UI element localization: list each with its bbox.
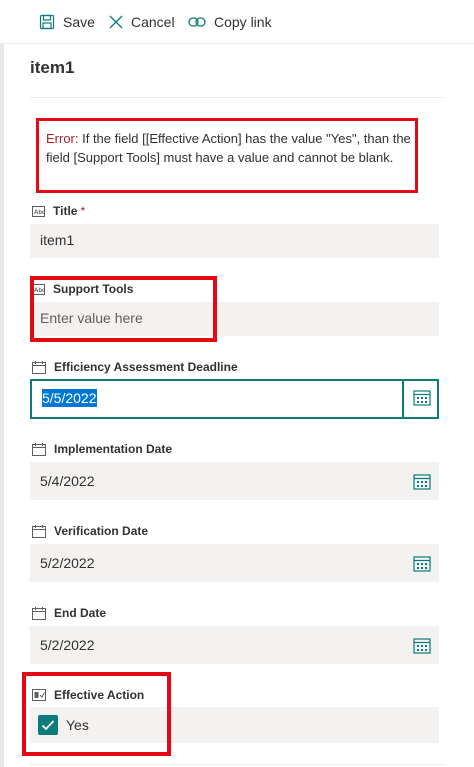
efficiency-deadline-value: 5/5/2022 <box>42 389 97 407</box>
annotation-highlight-effective-action <box>22 672 171 756</box>
implementation-date-value: 5/4/2022 <box>40 473 95 489</box>
efficiency-deadline-label-text: Efficiency Assessment Deadline <box>54 360 238 374</box>
item-title: item1 <box>30 58 75 77</box>
implementation-date-label-text: Implementation Date <box>54 442 173 456</box>
save-button[interactable]: Save <box>39 0 95 43</box>
calendar-icon <box>413 556 431 572</box>
calendar-icon <box>32 606 46 620</box>
end-date-input[interactable]: 5/2/2022 <box>30 626 439 664</box>
implementation-date-input[interactable]: 5/4/2022 <box>30 462 439 500</box>
implementation-date-field-label: Implementation Date <box>32 442 172 456</box>
svg-text:Abc: Abc <box>34 210 45 216</box>
end-date-label-text: End Date <box>54 606 107 620</box>
link-icon <box>188 16 206 27</box>
error-prefix: Error: <box>46 131 79 146</box>
title-input[interactable]: item1 <box>30 224 439 258</box>
verification-date-input[interactable]: 5/2/2022 <box>30 544 439 582</box>
copy-link-label: Copy link <box>214 13 272 30</box>
cancel-button[interactable]: Cancel <box>109 0 175 43</box>
calendar-picker-button[interactable] <box>413 555 431 577</box>
error-message-text: If the field [[Effective Action] has the… <box>46 131 411 165</box>
verification-date-value: 5/2/2022 <box>40 555 95 571</box>
bottom-divider <box>30 764 444 765</box>
efficiency-deadline-field-label: Efficiency Assessment Deadline <box>32 360 238 374</box>
calendar-picker-button[interactable] <box>413 473 431 495</box>
header-divider <box>30 97 444 98</box>
copy-link-button[interactable]: Copy link <box>188 0 272 43</box>
save-icon <box>39 14 55 29</box>
calendar-icon <box>32 442 46 456</box>
calendar-icon <box>32 524 46 538</box>
efficiency-deadline-text-area[interactable]: 5/5/2022 <box>32 381 404 417</box>
error-message: Error: If the field [[Effective Action] … <box>46 129 414 167</box>
background-list-strip <box>0 0 4 767</box>
calendar-picker-button[interactable] <box>413 637 431 659</box>
end-date-value: 5/2/2022 <box>40 637 95 653</box>
command-bar: Save Cancel Copy link <box>0 0 474 44</box>
calendar-picker-button[interactable] <box>413 389 431 411</box>
calendar-icon <box>413 390 431 406</box>
save-label: Save <box>63 13 95 30</box>
title-label-text: Title <box>53 204 78 218</box>
efficiency-deadline-input[interactable]: 5/5/2022 <box>30 379 439 419</box>
calendar-icon <box>413 474 431 490</box>
required-marker: * <box>80 204 86 218</box>
verification-date-field-label: Verification Date <box>32 524 148 538</box>
title-field-label: Abc Title * <box>32 204 85 218</box>
verification-date-label-text: Verification Date <box>54 524 149 538</box>
cancel-label: Cancel <box>131 13 175 30</box>
close-icon <box>109 15 123 28</box>
title-value: item1 <box>40 232 75 248</box>
annotation-highlight-support-tools <box>30 276 217 342</box>
text-field-icon: Abc <box>32 205 45 217</box>
end-date-field-label: End Date <box>32 606 106 620</box>
calendar-icon <box>32 360 46 374</box>
calendar-icon <box>413 638 431 654</box>
